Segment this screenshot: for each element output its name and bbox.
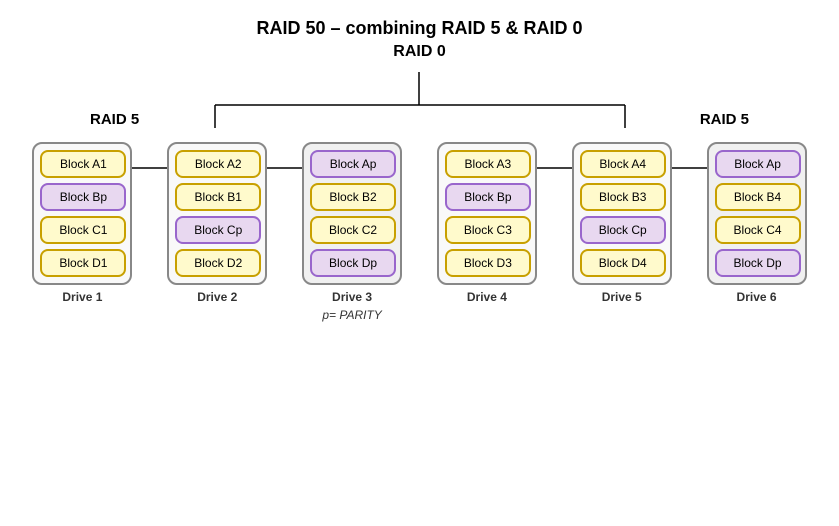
drive-label-5: Drive 5 (602, 290, 642, 304)
drive-box-1: Block A1 Block Bp Block C1 Block D1 (32, 142, 132, 285)
drive-box-5: Block A4 Block B3 Block Cp Block D4 (572, 142, 672, 285)
block-c1: Block C1 (40, 216, 126, 244)
block-dp-6: Block Dp (715, 249, 801, 277)
drive-col-6: Block Ap Block B4 Block C4 Block Dp Driv… (707, 142, 807, 304)
raid0-label: RAID 0 (10, 43, 829, 61)
block-c3: Block C3 (445, 216, 531, 244)
block-cp-5: Block Cp (580, 216, 666, 244)
block-b1: Block B1 (175, 183, 261, 211)
main-title: RAID 50 – combining RAID 5 & RAID 0 (10, 18, 829, 39)
page: RAID 50 – combining RAID 5 & RAID 0 RAID… (0, 0, 839, 526)
block-b3: Block B3 (580, 183, 666, 211)
block-c2: Block C2 (310, 216, 396, 244)
drive-box-4: Block A3 Block Bp Block C3 Block D3 (437, 142, 537, 285)
block-dp-3: Block Dp (310, 249, 396, 277)
drive-col-1: Block A1 Block Bp Block C1 Block D1 Driv… (32, 142, 132, 304)
block-cp-2: Block Cp (175, 216, 261, 244)
drive-label-4: Drive 4 (467, 290, 507, 304)
block-d4: Block D4 (580, 249, 666, 277)
block-b2: Block B2 (310, 183, 396, 211)
parity-note: p= PARITY (322, 308, 381, 322)
block-c4: Block C4 (715, 216, 801, 244)
block-a1: Block A1 (40, 150, 126, 178)
block-ap-3: Block Ap (310, 150, 396, 178)
block-bp-4: Block Bp (445, 183, 531, 211)
block-ap-6: Block Ap (715, 150, 801, 178)
drive-col-3: Block Ap Block B2 Block C2 Block Dp Driv… (302, 142, 402, 322)
block-d1: Block D1 (40, 249, 126, 277)
right-raid5-label: RAID 5 (700, 111, 749, 128)
block-d2: Block D2 (175, 249, 261, 277)
drive-label-6: Drive 6 (737, 290, 777, 304)
block-d3: Block D3 (445, 249, 531, 277)
drive-label-2: Drive 2 (197, 290, 237, 304)
drive-col-2: Block A2 Block B1 Block Cp Block D2 Driv… (167, 142, 267, 304)
drive-label-3: Drive 3 (332, 290, 372, 304)
left-raid5-label: RAID 5 (90, 111, 139, 128)
drive-label-1: Drive 1 (62, 290, 102, 304)
block-bp-1: Block Bp (40, 183, 126, 211)
block-a3: Block A3 (445, 150, 531, 178)
block-b4: Block B4 (715, 183, 801, 211)
drive-col-5: Block A4 Block B3 Block Cp Block D4 Driv… (572, 142, 672, 304)
drive-box-6: Block Ap Block B4 Block C4 Block Dp (707, 142, 807, 285)
block-a4: Block A4 (580, 150, 666, 178)
drive-box-2: Block A2 Block B1 Block Cp Block D2 (167, 142, 267, 285)
block-a2: Block A2 (175, 150, 261, 178)
drive-box-3: Block Ap Block B2 Block C2 Block Dp (302, 142, 402, 285)
drive-col-4: Block A3 Block Bp Block C3 Block D3 Driv… (437, 142, 537, 304)
